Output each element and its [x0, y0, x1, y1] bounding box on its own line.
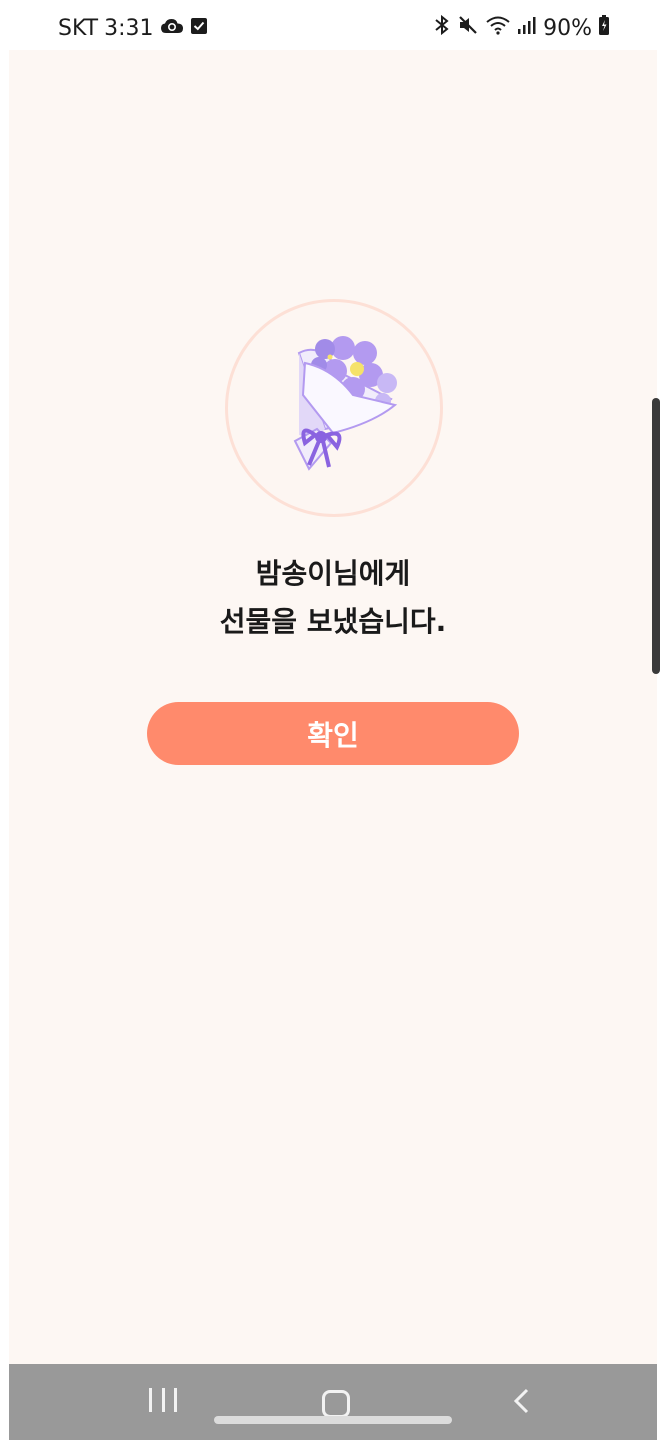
checkbox-icon: [190, 16, 208, 41]
status-left: SKT 3:31: [58, 14, 208, 42]
battery-percent: 90%: [543, 15, 592, 41]
home-icon[interactable]: [322, 1390, 350, 1418]
message-line-2: 선물을 보냈습니다.: [219, 605, 447, 638]
confirm-button[interactable]: 확인: [147, 702, 519, 765]
clock: 3:31: [104, 15, 154, 41]
mute-icon: [457, 14, 479, 42]
bouquet-illustration: [225, 299, 443, 517]
gift-sent-message: 밤송이님에게 선물을 보냈습니다.: [9, 550, 657, 646]
carrier-label: SKT: [58, 15, 99, 41]
message-line-1: 밤송이님에게: [255, 557, 411, 590]
back-icon[interactable]: [507, 1386, 537, 1416]
cloud-sync-icon: [160, 16, 184, 41]
signal-icon: [517, 15, 537, 41]
recents-icon[interactable]: [149, 1388, 177, 1416]
status-bar: SKT 3:31 90%: [0, 0, 666, 50]
bluetooth-icon: [433, 14, 451, 42]
wifi-icon: [485, 14, 511, 42]
battery-icon: [598, 14, 610, 42]
status-right: 90%: [433, 14, 610, 42]
gesture-handle[interactable]: [214, 1416, 452, 1424]
bouquet-icon: [293, 336, 398, 471]
navigation-bar: [9, 1364, 657, 1440]
